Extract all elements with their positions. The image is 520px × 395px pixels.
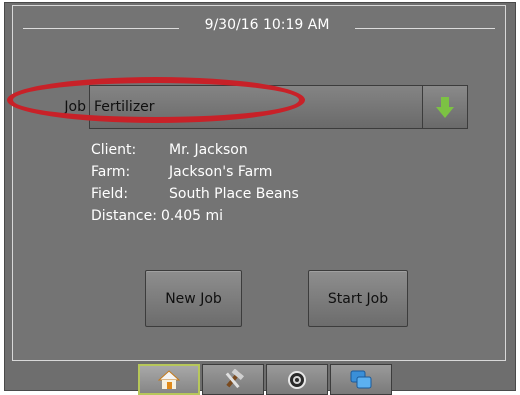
tab-gauge[interactable] — [266, 364, 328, 395]
header-divider-right — [355, 28, 495, 29]
job-details: Client: Mr. Jackson Farm: Jackson's Farm… — [91, 139, 299, 227]
job-selected-value: Fertilizer — [94, 99, 155, 115]
detail-row-farm: Farm: Jackson's Farm — [91, 161, 299, 183]
job-dropdown-button[interactable] — [422, 85, 468, 129]
home-panel: 9/30/16 10:19 AM Job Fertilizer Client: … — [12, 5, 506, 361]
header-divider-left — [23, 28, 179, 29]
tab-tools[interactable] — [202, 364, 264, 395]
windows-icon — [350, 370, 372, 388]
start-job-button[interactable]: Start Job — [308, 270, 408, 327]
field-value: South Place Beans — [169, 186, 299, 202]
datetime-display: 9/30/16 10:19 AM — [204, 17, 330, 33]
detail-row-client: Client: Mr. Jackson — [91, 139, 299, 161]
home-icon — [158, 369, 180, 389]
field-label: Field: — [91, 186, 129, 202]
farm-value: Jackson's Farm — [169, 164, 273, 180]
detail-row-field: Field: South Place Beans — [91, 183, 299, 205]
gauge-icon — [288, 370, 306, 389]
new-job-button[interactable]: New Job — [145, 270, 242, 327]
client-value: Mr. Jackson — [169, 142, 248, 158]
job-label: Job — [64, 99, 86, 115]
detail-row-distance: Distance: 0.405 mi — [91, 205, 299, 227]
tab-home[interactable] — [138, 364, 200, 395]
distance-value: 0.405 mi — [160, 208, 223, 224]
bottom-tab-bar — [138, 364, 394, 395]
job-selector: Job Fertilizer — [50, 84, 468, 130]
farm-label: Farm: — [91, 164, 131, 180]
client-label: Client: — [91, 142, 137, 158]
job-dropdown[interactable]: Fertilizer — [89, 85, 422, 129]
tools-icon — [225, 368, 245, 388]
distance-label: Distance: — [91, 208, 157, 224]
tab-windows[interactable] — [330, 364, 392, 395]
arrow-down-icon — [436, 97, 454, 118]
device-screen: 9/30/16 10:19 AM Job Fertilizer Client: … — [4, 2, 516, 395]
